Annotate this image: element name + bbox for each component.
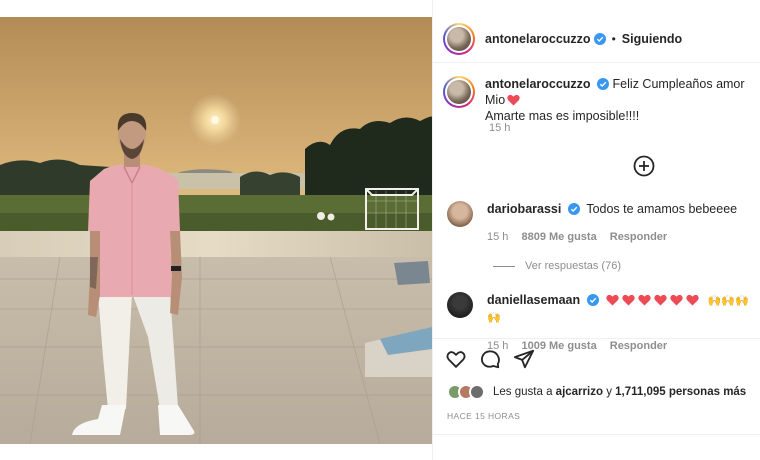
caption-username[interactable]: antonelaroccuzzo — [485, 77, 591, 91]
paper-plane-icon[interactable] — [513, 348, 535, 370]
comment-bubble-icon[interactable] — [479, 348, 501, 370]
post-photo[interactable] — [0, 17, 432, 444]
reply-button[interactable]: Responder — [610, 340, 667, 352]
photo-man-pink-shirt-sunset — [0, 17, 432, 444]
actions-divider — [433, 338, 760, 339]
header-divider — [433, 62, 760, 63]
red-heart-emoji-icon — [686, 294, 699, 306]
likes-prefix: Les gusta a — [493, 386, 553, 398]
red-heart-emoji-icon — [507, 94, 520, 106]
comment-item: daniellasemaan 🙌🙌🙌🙌 15 h 1009 Me gusta R… — [447, 292, 757, 354]
verified-badge-icon — [567, 203, 580, 215]
verified-badge-icon — [593, 33, 606, 45]
following-button[interactable]: Siguiendo — [622, 32, 682, 46]
likes-summary: Les gusta a ajcarrizo y 1,711,095 person… — [447, 384, 746, 400]
author-avatar[interactable] — [443, 23, 475, 55]
comment-hearts — [606, 293, 702, 307]
red-heart-emoji-icon — [654, 294, 667, 306]
verified-badge-icon — [586, 294, 599, 306]
author-username[interactable]: antonelaroccuzzo — [485, 32, 591, 46]
post-caption: antonelaroccuzzo Feliz Cumpleaños amor M… — [443, 76, 758, 134]
likes-count[interactable]: 1,711,095 personas más — [615, 386, 746, 398]
commenter-avatar[interactable] — [447, 292, 473, 318]
post-actions — [445, 348, 535, 370]
red-heart-emoji-icon — [606, 294, 619, 306]
comment-likes[interactable]: 8809 Me gusta — [521, 231, 596, 243]
liker-avatars[interactable] — [447, 384, 485, 400]
heart-outline-icon[interactable] — [445, 348, 467, 370]
likes-connector: y — [606, 386, 612, 398]
post-header: antonelaroccuzzo • Siguiendo — [433, 17, 760, 61]
reply-button[interactable]: Responder — [610, 231, 667, 243]
liker-username[interactable]: ajcarrizo — [556, 386, 603, 398]
comment-meta: 15 h 8809 Me gusta Responder — [487, 229, 737, 245]
caption-text-line-2: Amarte mas es imposible!!!! — [485, 109, 640, 123]
caption-avatar[interactable] — [443, 76, 475, 108]
post-timestamp[interactable]: HACE 15 HORAS — [447, 411, 520, 421]
red-heart-emoji-icon — [670, 294, 683, 306]
comment-text: Todos te amamos bebeeee — [586, 202, 738, 216]
replies-line — [493, 265, 515, 267]
comment-timestamp: 15 h — [487, 231, 509, 243]
plus-circle-icon[interactable] — [633, 155, 655, 177]
view-replies-label: Ver respuestas (76) — [525, 260, 621, 272]
red-heart-emoji-icon — [622, 294, 635, 306]
caption-timestamp: 15 h — [489, 122, 511, 134]
comment-username[interactable]: dariobarassi — [487, 202, 561, 216]
header-separator: • — [611, 32, 616, 46]
post-side-panel: antonelaroccuzzo • Siguiendo antonelaroc… — [432, 0, 760, 460]
commenter-avatar[interactable] — [447, 201, 473, 227]
verified-badge-icon — [597, 78, 610, 90]
red-heart-emoji-icon — [638, 294, 651, 306]
comment-username[interactable]: daniellasemaan — [487, 293, 580, 307]
bottom-divider — [433, 434, 760, 435]
view-replies-button[interactable]: Ver respuestas (76) — [493, 260, 621, 272]
comment-item: dariobarassi Todos te amamos bebeeee 15 … — [447, 201, 757, 245]
